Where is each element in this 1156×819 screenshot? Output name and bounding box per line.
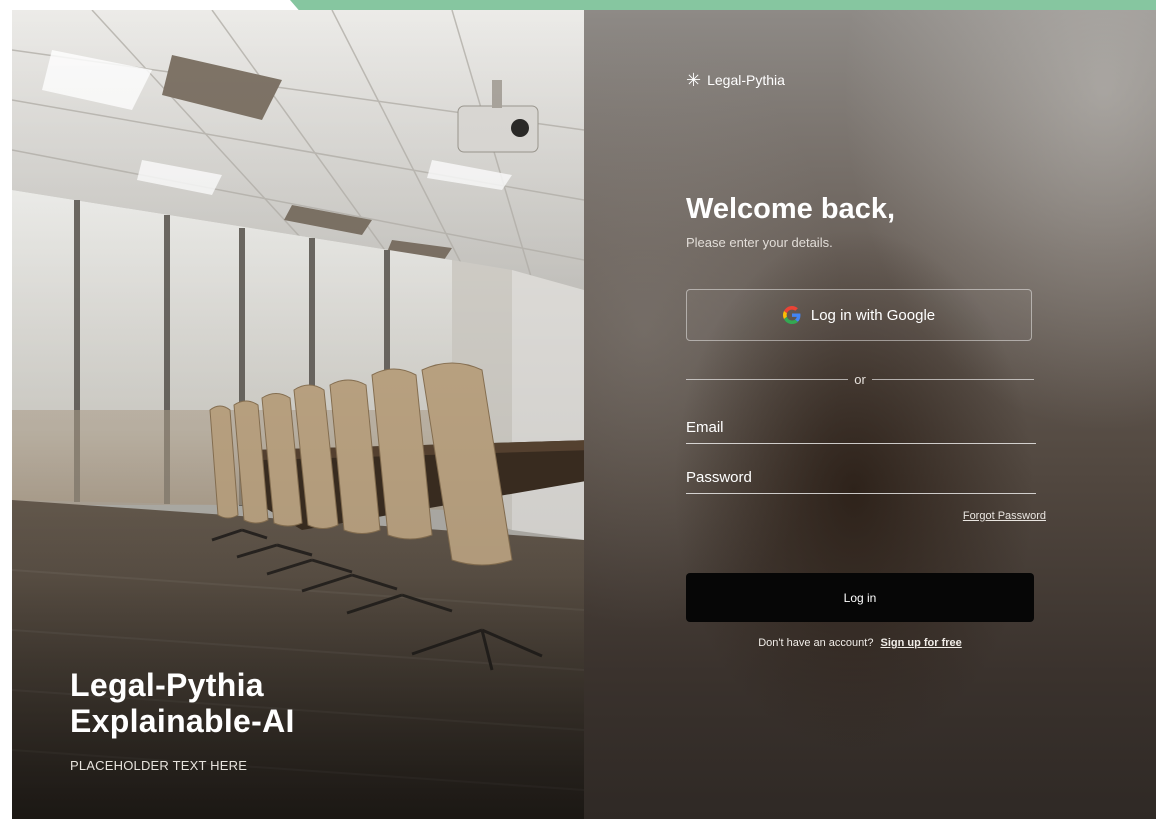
hero-title-line-1: Legal-Pythia — [70, 667, 264, 703]
divider-line-left — [686, 378, 849, 380]
signup-prompt-text: Don't have an account? — [758, 637, 874, 649]
email-label: Email — [686, 419, 724, 436]
login-page: Legal-Pythia Explainable-AI PLACEHOLDER … — [12, 10, 1156, 819]
or-divider: or — [686, 371, 1034, 387]
google-login-button[interactable]: Log in with Google — [686, 289, 1032, 341]
hero-title-line-2: Explainable-AI — [70, 703, 295, 739]
hero-title: Legal-Pythia Explainable-AI — [70, 667, 295, 739]
divider-text: or — [854, 371, 866, 387]
password-label: Password — [686, 469, 752, 486]
welcome-heading: Welcome back, — [686, 193, 896, 225]
top-accent-strip — [290, 0, 1156, 10]
hero-photo-panel: Legal-Pythia Explainable-AI PLACEHOLDER … — [12, 10, 584, 819]
login-button[interactable]: Log in — [686, 573, 1034, 622]
hero-subtitle: PLACEHOLDER TEXT HERE — [70, 758, 248, 773]
signup-prompt: Don't have an account? Sign up for free — [584, 637, 1136, 649]
divider-line-right — [871, 378, 1034, 380]
signup-link[interactable]: Sign up for free — [881, 637, 962, 649]
welcome-subheading: Please enter your details. — [686, 235, 833, 250]
login-panel: ✳ Legal-Pythia Welcome back, Please ente… — [584, 10, 1156, 819]
asterisk-icon: ✳ — [686, 70, 702, 90]
email-field[interactable]: Email — [686, 415, 1036, 444]
google-login-label: Log in with Google — [810, 306, 936, 324]
brand-logo[interactable]: ✳ Legal-Pythia — [686, 71, 785, 89]
forgot-password-link[interactable]: Forgot Password — [963, 510, 1046, 522]
google-icon — [782, 306, 801, 324]
password-field[interactable]: Password — [686, 465, 1036, 494]
brand-name: Legal-Pythia — [707, 72, 785, 88]
